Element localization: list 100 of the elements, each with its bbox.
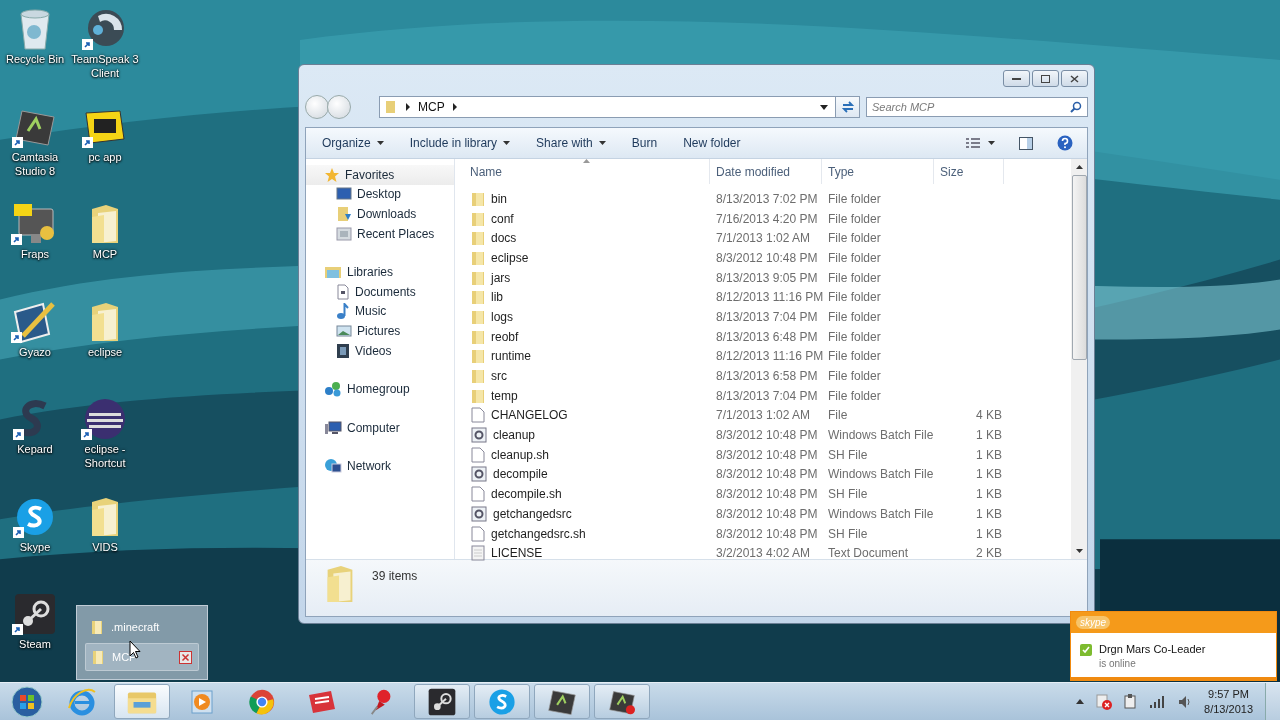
scroll-thumb[interactable] — [1071, 175, 1087, 360]
toolbar-button[interactable]: Include in library — [401, 133, 519, 153]
sidebar-item[interactable]: Downloads — [306, 204, 454, 224]
gear-file-icon — [471, 505, 487, 522]
file-name[interactable]: src — [491, 369, 507, 384]
file-name[interactable]: CHANGELOG — [491, 408, 568, 423]
sidebar-item[interactable]: Computer — [306, 417, 454, 438]
desktop-icon-label[interactable]: Recycle Bin — [5, 52, 65, 66]
text-file-icon — [471, 545, 485, 562]
homegroup-icon — [324, 381, 342, 398]
file-name[interactable]: bin — [491, 191, 507, 206]
refresh-button[interactable] — [835, 97, 859, 117]
sidebar-item[interactable]: Music — [306, 301, 454, 322]
date-cell: 8/13/2013 7:04 PM — [716, 388, 818, 403]
shortcut-arrow-icon — [11, 331, 22, 343]
sidebar-item[interactable]: Documents — [306, 281, 454, 302]
desktop-icon-label[interactable]: eclipse — [87, 344, 123, 359]
sidebar-item[interactable]: Videos — [306, 340, 454, 361]
show-hidden-icons-icon[interactable] — [1076, 699, 1085, 704]
clock[interactable]: 9:57 PM 8/13/2013 — [1204, 686, 1253, 717]
shortcut-arrow-icon — [82, 39, 93, 50]
desktop-icon-label[interactable]: VIDS — [92, 539, 118, 554]
desktop-icon-label[interactable]: Gyazo — [19, 344, 51, 359]
file-name[interactable]: decompile — [493, 467, 548, 482]
search-field[interactable]: Search MCP — [866, 97, 1088, 117]
sidebar-item[interactable]: Desktop — [306, 184, 454, 205]
file-name[interactable]: conf — [491, 211, 514, 226]
screen-icon — [546, 687, 578, 716]
folder-icon — [92, 649, 104, 665]
taskbar-button[interactable] — [414, 684, 470, 719]
file-name[interactable]: lib — [491, 290, 503, 305]
toolbar-button[interactable]: Organize — [314, 133, 392, 153]
size-cell: 1 KB — [976, 428, 1002, 443]
file-name[interactable]: docs — [491, 231, 517, 246]
sidebar-item[interactable]: Libraries — [306, 262, 454, 282]
desktop-icon-label[interactable]: Camtasia Studio 8 — [1, 149, 69, 178]
flag-error-icon[interactable] — [1096, 693, 1113, 710]
toolbar-button[interactable]: New folder — [675, 133, 749, 153]
file-name[interactable]: decompile.sh — [491, 487, 562, 502]
file-icon — [471, 446, 485, 463]
signal-bars-icon[interactable] — [1150, 695, 1167, 708]
desktop-icon-label[interactable]: eclipse - Shortcut — [71, 442, 139, 470]
shortcut-arrow-icon — [12, 624, 23, 635]
file-name[interactable]: LICENSE — [491, 546, 543, 561]
gear-file-icon — [471, 466, 487, 483]
file-name[interactable]: reobf — [491, 329, 519, 344]
folder-icon — [471, 328, 485, 345]
file-name[interactable]: logs — [491, 309, 513, 324]
column-header[interactable]: Size — [934, 159, 1004, 184]
scrollbar[interactable] — [1071, 159, 1087, 559]
toolbar-button[interactable]: Share with — [528, 133, 614, 153]
close-icon[interactable] — [179, 650, 192, 664]
desktop-icon-label[interactable]: pc app — [88, 149, 122, 164]
address-bar[interactable]: MCP — [379, 96, 860, 118]
network-icon — [324, 458, 342, 475]
desktop-icon-label[interactable]: Kepard — [17, 442, 53, 456]
type-cell: File folder — [828, 388, 881, 403]
browser-e-icon — [67, 687, 97, 716]
file-name[interactable]: jars — [491, 270, 511, 285]
file-name[interactable]: temp — [491, 388, 518, 403]
sidebar-item[interactable]: Pictures — [306, 321, 454, 341]
folder-icon — [384, 100, 398, 114]
file-name[interactable]: cleanup — [493, 428, 536, 443]
file-name[interactable]: eclipse — [491, 250, 529, 265]
file-icon — [471, 486, 485, 503]
date-cell: 8/3/2012 10:48 PM — [716, 250, 818, 265]
skype-logo: skype — [1076, 616, 1111, 629]
sidebar-item[interactable]: Recent Places — [306, 223, 454, 244]
toolbar-button[interactable]: Burn — [623, 133, 666, 153]
desktop-icon-label[interactable]: TeamSpeak 3 Client — [71, 52, 139, 80]
date-cell: 8/12/2013 11:16 PM — [716, 349, 824, 364]
taskbar-button[interactable] — [534, 684, 590, 719]
column-header[interactable]: Date modified — [710, 159, 822, 184]
desktop-icon-label[interactable]: MCP — [92, 247, 118, 261]
file-name[interactable]: getchangedsrc — [493, 506, 572, 521]
sidebar-item[interactable]: Favorites — [306, 165, 454, 185]
file-name[interactable]: cleanup.sh — [491, 447, 550, 462]
breadcrumb-item[interactable]: MCP — [418, 100, 445, 114]
folder-icon — [471, 210, 485, 227]
sidebar-item[interactable]: Network — [306, 456, 454, 477]
file-name[interactable]: runtime — [491, 349, 531, 364]
size-cell: 1 KB — [976, 487, 1002, 502]
maximize-button[interactable] — [1032, 70, 1059, 87]
notification-popup[interactable]: skype Drgn Mars Co-Leader is online — [1070, 611, 1277, 681]
sidebar-item[interactable]: Homegroup — [306, 379, 454, 399]
date-cell: 8/3/2012 10:48 PM — [716, 447, 818, 462]
speaker-icon[interactable] — [1178, 694, 1193, 709]
column-header[interactable]: Type — [822, 159, 934, 184]
minimize-button[interactable] — [1003, 70, 1030, 87]
desktop-icon-label[interactable]: Fraps — [20, 247, 50, 261]
desktop-icon-label[interactable]: Skype — [19, 539, 51, 554]
dropdown-arrow-icon[interactable] — [820, 104, 828, 110]
file-name[interactable]: getchangedsrc.sh — [491, 526, 586, 541]
file-icon — [471, 525, 485, 542]
shortcut-arrow-icon — [12, 136, 23, 148]
item-count: 39 items — [372, 569, 418, 583]
taskbar-button[interactable] — [594, 684, 650, 719]
type-cell: File folder — [828, 349, 881, 364]
close-button[interactable] — [1061, 70, 1088, 87]
desktop-icon-label[interactable]: Steam — [19, 637, 51, 651]
